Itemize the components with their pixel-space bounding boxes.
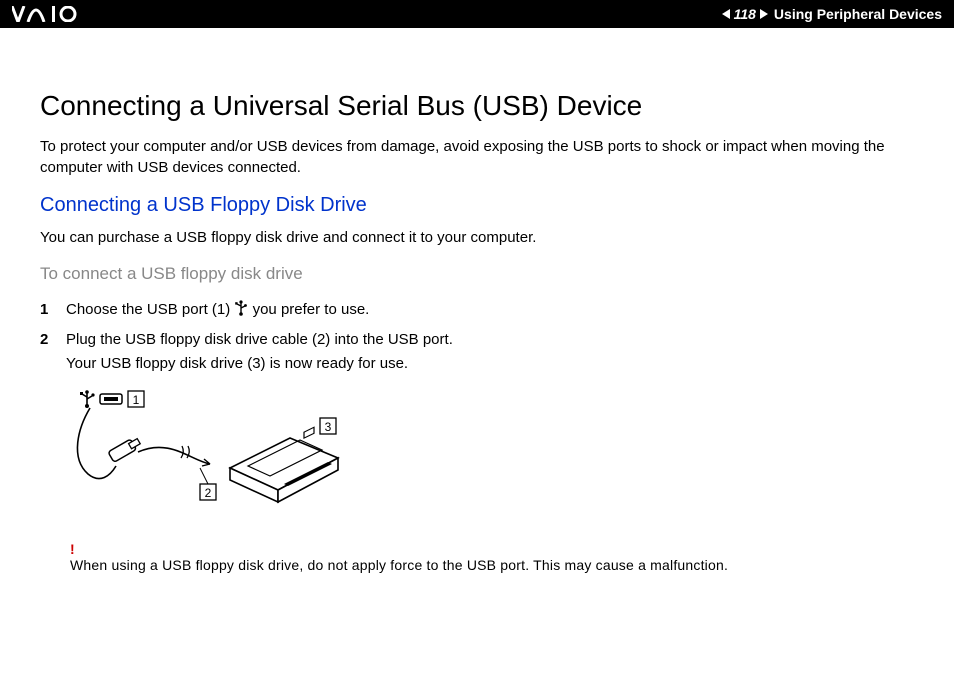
page-number-pill[interactable]: 118	[722, 6, 768, 22]
section-body: You can purchase a USB floppy disk drive…	[40, 227, 914, 248]
step-number: 1	[40, 298, 48, 322]
next-page-icon[interactable]	[760, 9, 768, 19]
step-1: 1 Choose the USB port (1) you prefer to …	[40, 298, 914, 324]
header-bar: 118 Using Peripheral Devices	[0, 0, 954, 28]
steps-list: 1 Choose the USB port (1) you prefer to …	[40, 298, 914, 376]
procedure-heading: To connect a USB floppy disk drive	[40, 264, 914, 284]
header-right: 118 Using Peripheral Devices	[722, 6, 942, 22]
page-number: 118	[732, 6, 758, 22]
step-text-line1: Plug the USB floppy disk drive cable (2)…	[66, 331, 453, 348]
usb-floppy-figure: 1 2	[70, 388, 914, 523]
usb-icon	[234, 300, 248, 324]
warning-icon: !	[70, 541, 914, 557]
page-title: Connecting a Universal Serial Bus (USB) …	[40, 90, 914, 122]
intro-text: To protect your computer and/or USB devi…	[40, 136, 914, 178]
step-2: 2 Plug the USB floppy disk drive cable (…	[40, 328, 914, 376]
label-1: 1	[133, 393, 140, 407]
step-number: 2	[40, 328, 48, 352]
warning-block: ! When using a USB floppy disk drive, do…	[70, 541, 914, 573]
step-text-line2: Your USB floppy disk drive (3) is now re…	[66, 355, 408, 372]
vaio-logo	[12, 6, 92, 22]
step-text-before: Choose the USB port (1)	[66, 301, 234, 318]
label-3: 3	[325, 420, 332, 434]
section-label: Using Peripheral Devices	[774, 6, 942, 22]
warning-text: When using a USB floppy disk drive, do n…	[70, 557, 914, 573]
step-text-after: you prefer to use.	[253, 301, 370, 318]
prev-page-icon[interactable]	[722, 9, 730, 19]
page: 118 Using Peripheral Devices Connecting …	[0, 0, 954, 674]
content: Connecting a Universal Serial Bus (USB) …	[40, 90, 914, 573]
section-heading: Connecting a USB Floppy Disk Drive	[40, 194, 914, 217]
label-2: 2	[205, 486, 212, 500]
